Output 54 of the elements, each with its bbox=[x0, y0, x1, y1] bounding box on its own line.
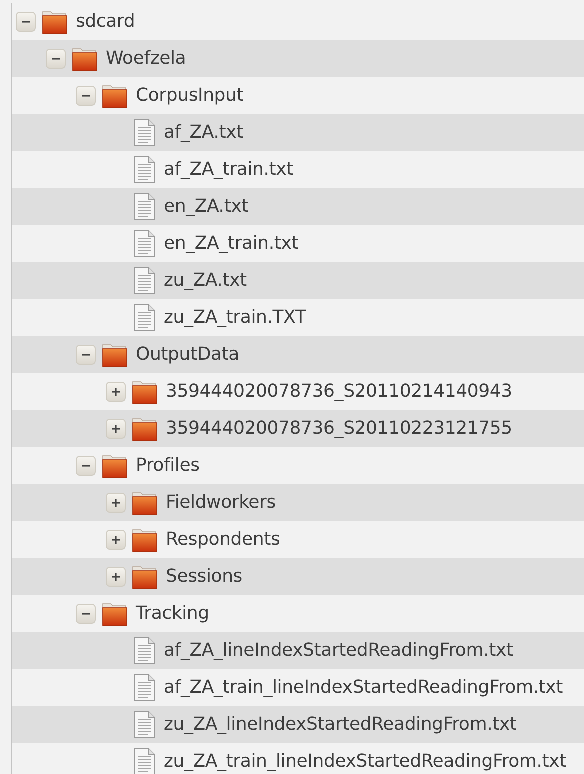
text-file-icon bbox=[134, 192, 156, 220]
text-file-icon bbox=[134, 304, 156, 332]
collapse-button[interactable] bbox=[76, 456, 96, 476]
collapse-button[interactable] bbox=[76, 344, 96, 364]
text-file-icon bbox=[134, 674, 156, 702]
collapse-button[interactable] bbox=[76, 604, 96, 624]
file-name[interactable]: zu_ZA_train_lineIndexStartedReadingFrom.txt bbox=[164, 751, 566, 772]
file-name[interactable]: zu_ZA_train.TXT bbox=[164, 307, 306, 328]
expand-button[interactable] bbox=[106, 418, 126, 438]
folder-name[interactable]: Fieldworkers bbox=[166, 492, 276, 513]
plus-icon bbox=[110, 496, 122, 508]
text-file-icon bbox=[134, 230, 156, 258]
folder-icon bbox=[132, 378, 158, 404]
file-name[interactable]: af_ZA_train.txt bbox=[164, 159, 294, 180]
folder-name[interactable]: Woefzela bbox=[106, 48, 186, 69]
folder-name[interactable]: Profiles bbox=[136, 455, 200, 476]
folder-icon bbox=[132, 490, 158, 516]
file-name[interactable]: af_ZA_train_lineIndexStartedReadingFrom.txt bbox=[164, 677, 563, 698]
plus-icon bbox=[110, 534, 122, 546]
plus-icon bbox=[110, 570, 122, 582]
folder-icon bbox=[132, 526, 158, 552]
folder-icon bbox=[132, 564, 158, 590]
expand-button[interactable] bbox=[106, 530, 126, 550]
folder-name[interactable]: 359444020078736_S20110214140943 bbox=[166, 381, 512, 402]
plus-icon bbox=[110, 386, 122, 398]
text-file-icon bbox=[134, 710, 156, 738]
file-name[interactable]: af_ZA.txt bbox=[164, 122, 244, 143]
plus-icon bbox=[110, 422, 122, 434]
collapse-button[interactable] bbox=[76, 86, 96, 106]
text-file-icon bbox=[134, 636, 156, 664]
text-file-icon bbox=[134, 118, 156, 146]
folder-icon bbox=[132, 416, 158, 442]
text-file-icon bbox=[134, 266, 156, 294]
expand-button[interactable] bbox=[106, 566, 126, 586]
folder-icon bbox=[42, 8, 68, 34]
collapse-button[interactable] bbox=[16, 12, 36, 32]
folder-icon bbox=[102, 600, 128, 626]
file-name[interactable]: en_ZA.txt bbox=[164, 196, 248, 217]
folder-icon bbox=[102, 452, 128, 478]
folder-name[interactable]: Respondents bbox=[166, 529, 280, 550]
file-name[interactable]: en_ZA_train.txt bbox=[164, 233, 299, 254]
expand-button[interactable] bbox=[106, 492, 126, 512]
folder-icon bbox=[72, 46, 98, 72]
expand-button[interactable] bbox=[106, 382, 126, 402]
file-name[interactable]: zu_ZA.txt bbox=[164, 270, 247, 291]
folder-icon bbox=[102, 82, 128, 108]
folder-icon bbox=[102, 342, 128, 368]
folder-name[interactable]: CorpusInput bbox=[136, 85, 244, 106]
folder-name[interactable]: OutputData bbox=[136, 344, 240, 365]
text-file-icon bbox=[134, 156, 156, 184]
folder-name[interactable]: Tracking bbox=[136, 603, 210, 624]
collapse-button[interactable] bbox=[46, 48, 66, 68]
folder-name[interactable]: sdcard bbox=[76, 11, 136, 32]
folder-name[interactable]: Sessions bbox=[166, 566, 242, 587]
